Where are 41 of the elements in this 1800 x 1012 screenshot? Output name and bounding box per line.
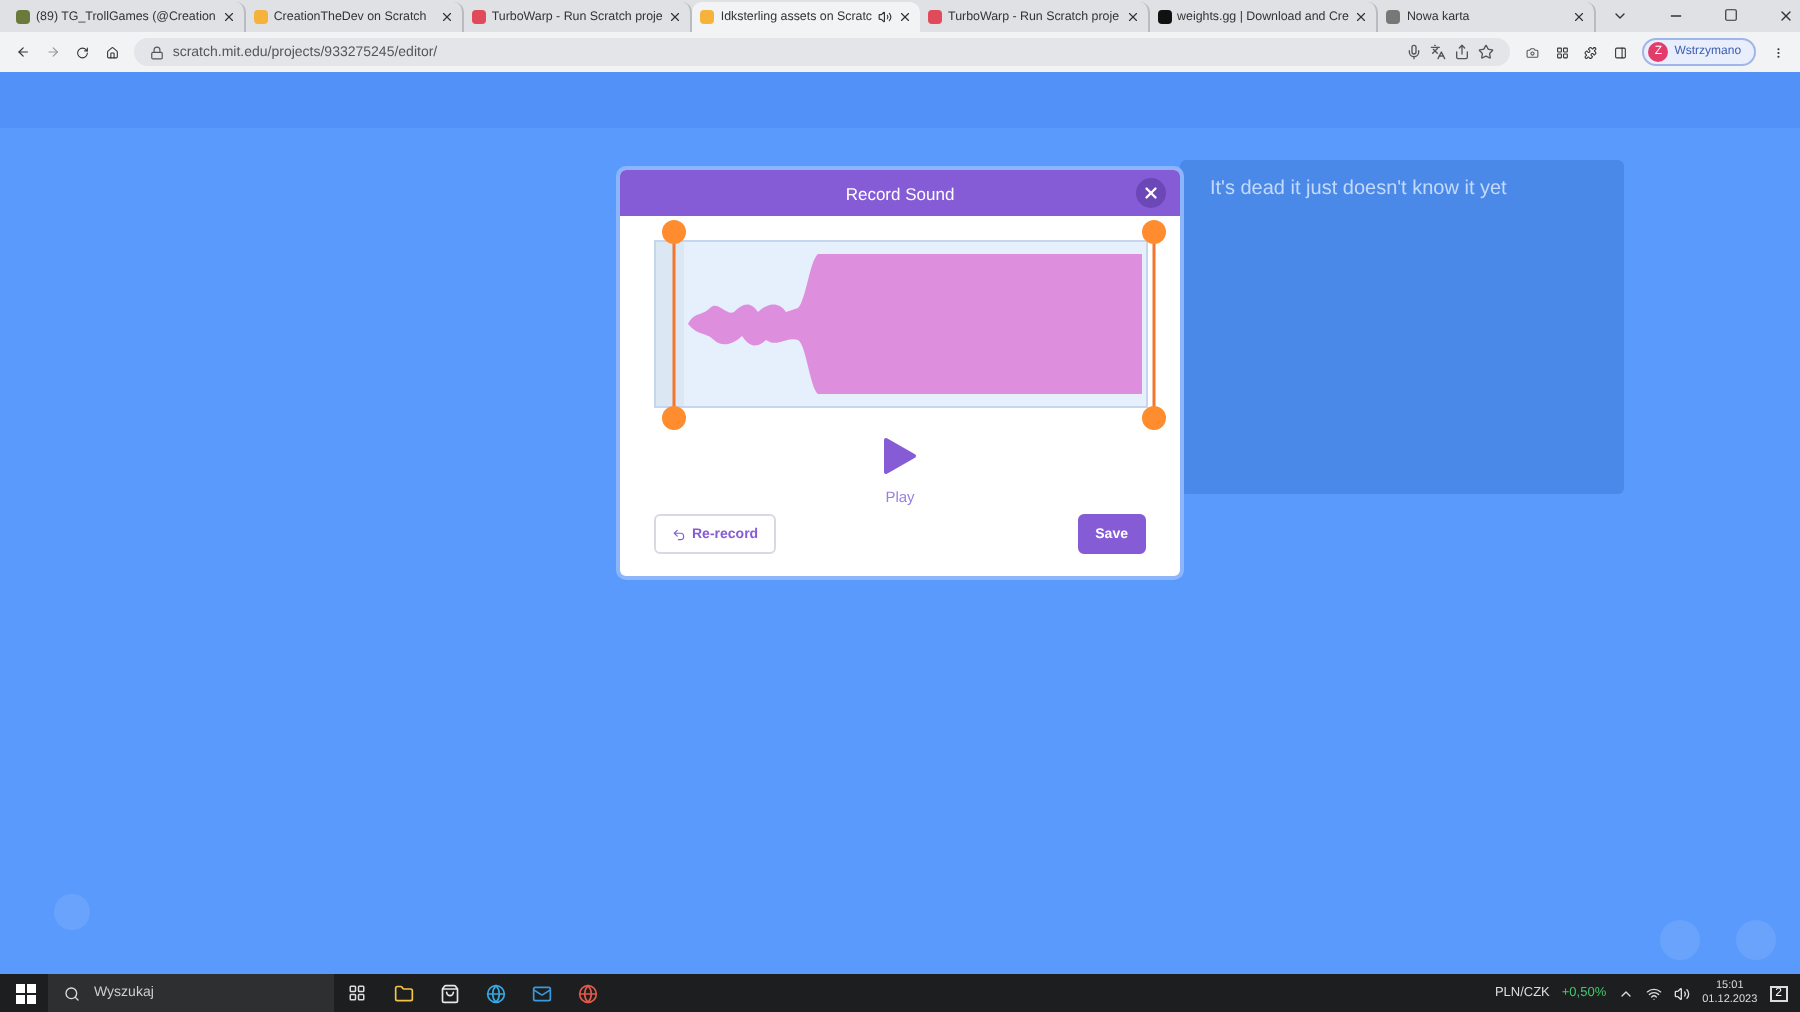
extension-icon[interactable] [1555, 43, 1569, 61]
home-icon[interactable] [105, 43, 119, 61]
close-icon[interactable] [1354, 10, 1369, 24]
play-icon[interactable] [882, 436, 918, 476]
puzzle-icon[interactable] [1584, 43, 1598, 61]
browser-icon[interactable] [485, 983, 505, 1003]
close-icon[interactable] [439, 10, 454, 24]
stage-text: It's dead it just doesn't know it yet [1210, 178, 1507, 200]
microphone-icon[interactable] [1406, 44, 1423, 60]
close-icon[interactable] [1572, 10, 1587, 24]
chrome-icon[interactable] [577, 983, 597, 1003]
search-icon [64, 985, 80, 1001]
side-panel-icon[interactable] [1613, 43, 1627, 61]
close-icon[interactable] [898, 10, 913, 24]
restore-icon[interactable] [1724, 8, 1739, 22]
close-icon[interactable] [1778, 8, 1795, 24]
translate-icon[interactable] [1430, 44, 1447, 60]
share-icon[interactable] [1454, 44, 1471, 60]
speaker-icon[interactable] [1674, 985, 1691, 1001]
windows-start-icon[interactable] [16, 983, 36, 1003]
star-icon[interactable] [1478, 44, 1495, 60]
back-arrow-icon [672, 527, 686, 541]
folder-icon[interactable] [393, 983, 413, 1003]
chevron-down-icon[interactable] [1612, 8, 1629, 24]
lock-icon [150, 45, 165, 59]
store-icon[interactable] [439, 983, 459, 1003]
close-icon[interactable] [1125, 10, 1140, 24]
wifi-icon[interactable] [1646, 985, 1663, 1001]
close-button[interactable] [1136, 178, 1166, 208]
dialog-title: Record Sound [845, 183, 955, 203]
reload-icon[interactable] [76, 43, 90, 61]
close-icon[interactable] [221, 10, 236, 24]
mail-icon[interactable] [531, 983, 551, 1003]
back-icon[interactable] [16, 42, 31, 62]
trim-handle[interactable] [1140, 220, 1168, 430]
camera-icon[interactable] [1526, 43, 1540, 61]
close-icon[interactable] [668, 10, 683, 24]
close-icon [1142, 184, 1160, 202]
speaker-icon[interactable] [878, 10, 893, 24]
task-view-icon[interactable] [348, 984, 366, 1002]
trim-handle[interactable] [660, 220, 688, 430]
